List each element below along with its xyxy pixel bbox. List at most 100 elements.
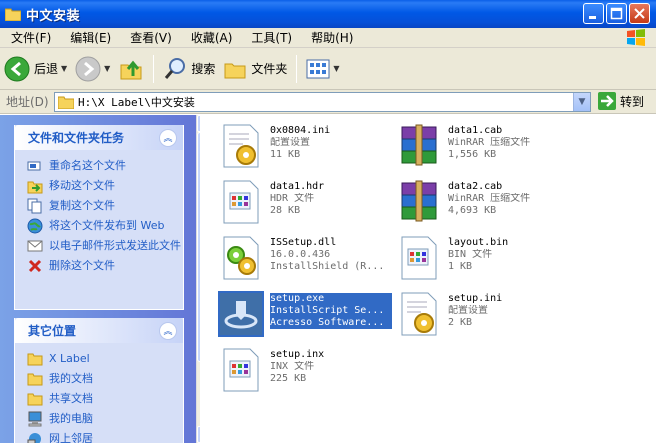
go-arrow-icon — [598, 92, 616, 110]
file-item[interactable]: data1.hdr HDR 文件 28 KB — [218, 177, 398, 229]
up-folder-icon — [120, 60, 142, 79]
file-item[interactable]: 0x0804.ini 配置设置 11 KB — [218, 121, 398, 173]
file-item[interactable]: setup.inx INX 文件 225 KB — [218, 345, 398, 397]
close-icon — [634, 8, 645, 19]
dll-file-icon — [223, 236, 259, 280]
file-name: setup.exe — [270, 293, 325, 304]
menu-help[interactable]: 帮助(H) — [300, 29, 361, 46]
maximize-icon — [610, 7, 623, 20]
file-list: 0x0804.ini 配置设置 11 KB data1.hdr HDR 文件 2… — [200, 115, 656, 443]
file-info: 11 KB — [270, 149, 301, 160]
file-info: InstallShield (R... — [270, 261, 385, 272]
file-info: 1 KB — [448, 261, 473, 272]
file-type: WinRAR 压缩文件 — [448, 193, 531, 204]
move-icon — [27, 181, 43, 194]
place-my-documents[interactable]: 我的文档 — [15, 369, 183, 389]
other-places-title: 其它位置 — [28, 324, 77, 338]
file-item[interactable]: data2.cab WinRAR 压缩文件 4,693 KB — [396, 177, 576, 229]
other-places-header[interactable]: 其它位置 ︽ — [15, 318, 183, 343]
go-button[interactable]: 转到 — [598, 92, 644, 110]
toolbar-separator — [153, 54, 155, 83]
forward-button[interactable]: ▼ — [71, 52, 114, 86]
file-name: data2.cab — [448, 181, 503, 192]
generic-file-icon — [401, 236, 437, 280]
up-folder-button[interactable] — [114, 52, 148, 86]
email-icon — [27, 240, 43, 252]
file-info: 28 KB — [270, 205, 301, 216]
task-publish-web[interactable]: 将这个文件发布到 Web — [15, 216, 183, 236]
file-type: WinRAR 压缩文件 — [448, 137, 531, 148]
file-type: HDR 文件 — [270, 193, 315, 204]
maximize-button[interactable] — [606, 3, 627, 24]
search-icon — [165, 57, 186, 79]
file-item[interactable]: ISSetup.dll 16.0.0.436 InstallShield (R.… — [218, 233, 398, 285]
close-button[interactable] — [629, 3, 650, 24]
collapse-chevron-icon[interactable]: ︽ — [159, 128, 177, 147]
toolbar: 后退 ▼ ▼ 搜索 文件夹 ▼ — [0, 48, 656, 90]
address-input[interactable]: H:\X Label\中文安装 ▼ — [54, 92, 591, 112]
file-name: ISSetup.dll — [270, 237, 337, 248]
file-info: Acresso Software... — [270, 317, 385, 328]
winrar-archive-icon — [401, 180, 437, 222]
folder-icon — [5, 8, 21, 21]
rename-icon — [27, 161, 41, 171]
go-label: 转到 — [620, 94, 645, 109]
menu-favorites[interactable]: 收藏(A) — [180, 29, 241, 46]
folder-icon — [27, 393, 43, 406]
winrar-archive-icon — [401, 124, 437, 166]
task-delete[interactable]: 删除这个文件 — [15, 256, 183, 276]
task-rename[interactable]: 重命名这个文件 — [15, 156, 183, 176]
file-type: 16.0.0.436 — [270, 249, 331, 260]
file-type: 配置设置 — [448, 305, 488, 316]
address-path: H:\X Label\中文安装 — [78, 96, 195, 109]
folders-icon — [224, 63, 246, 78]
place-shared-documents[interactable]: 共享文档 — [15, 389, 183, 409]
file-tasks-title: 文件和文件夹任务 — [28, 131, 125, 145]
file-info: 1,556 KB — [448, 149, 497, 160]
file-item[interactable]: layout.bin BIN 文件 1 KB — [396, 233, 576, 285]
computer-icon — [28, 411, 42, 427]
file-type: INX 文件 — [270, 361, 315, 372]
generic-file-icon — [223, 180, 259, 224]
window-title: 中文安装 — [26, 8, 81, 24]
network-icon — [27, 433, 41, 443]
collapse-chevron-icon[interactable]: ︽ — [159, 321, 177, 340]
menu-file[interactable]: 文件(F) — [0, 29, 59, 46]
file-tasks-header[interactable]: 文件和文件夹任务 ︽ — [15, 125, 183, 150]
task-move[interactable]: 移动这个文件 — [15, 176, 183, 196]
menu-view[interactable]: 查看(V) — [119, 29, 180, 46]
views-button[interactable]: ▼ — [302, 52, 343, 86]
address-bar: 地址(D) H:\X Label\中文安装 ▼ 转到 — [0, 90, 656, 114]
back-dropdown-icon[interactable]: ▼ — [61, 64, 67, 73]
forward-dropdown-icon[interactable]: ▼ — [104, 64, 110, 73]
search-button[interactable]: 搜索 — [159, 52, 219, 86]
file-info: 2 KB — [448, 317, 473, 328]
copy-icon — [27, 198, 42, 214]
file-item-selected[interactable]: setup.exe InstallScript Se... Acresso So… — [218, 289, 398, 341]
place-my-computer[interactable]: 我的电脑 — [15, 409, 183, 429]
back-button[interactable]: 后退 ▼ — [0, 52, 71, 86]
place-x-label[interactable]: X Label — [15, 349, 183, 369]
windows-logo-icon — [627, 29, 645, 46]
minimize-button[interactable] — [583, 3, 604, 24]
views-icon — [306, 59, 330, 78]
file-item[interactable]: data1.cab WinRAR 压缩文件 1,556 KB — [396, 121, 576, 173]
place-network[interactable]: 网上邻居 — [15, 429, 183, 443]
file-name: data1.hdr — [270, 181, 325, 192]
file-name: setup.inx — [270, 349, 325, 360]
file-item[interactable]: setup.ini 配置设置 2 KB — [396, 289, 576, 341]
minimize-icon — [589, 16, 596, 19]
search-label: 搜索 — [191, 62, 216, 76]
toolbar-separator — [296, 54, 298, 83]
views-dropdown-icon[interactable]: ▼ — [333, 64, 339, 73]
menu-tools[interactable]: 工具(T) — [240, 29, 300, 46]
address-dropdown-button[interactable]: ▼ — [573, 93, 590, 111]
delete-icon — [28, 259, 42, 273]
file-tasks-panel: 文件和文件夹任务 ︽ 重命名这个文件 移动这个文件 复制这个文件 将这个文件发布… — [14, 125, 184, 310]
folders-button[interactable]: 文件夹 — [219, 52, 291, 86]
title-bar[interactable]: 中文安装 — [0, 0, 656, 28]
task-copy[interactable]: 复制这个文件 — [15, 196, 183, 216]
task-email[interactable]: 以电子邮件形式发送此文件 — [15, 236, 183, 256]
menu-edit[interactable]: 编辑(E) — [59, 29, 119, 46]
file-type: InstallScript Se... — [270, 305, 385, 316]
